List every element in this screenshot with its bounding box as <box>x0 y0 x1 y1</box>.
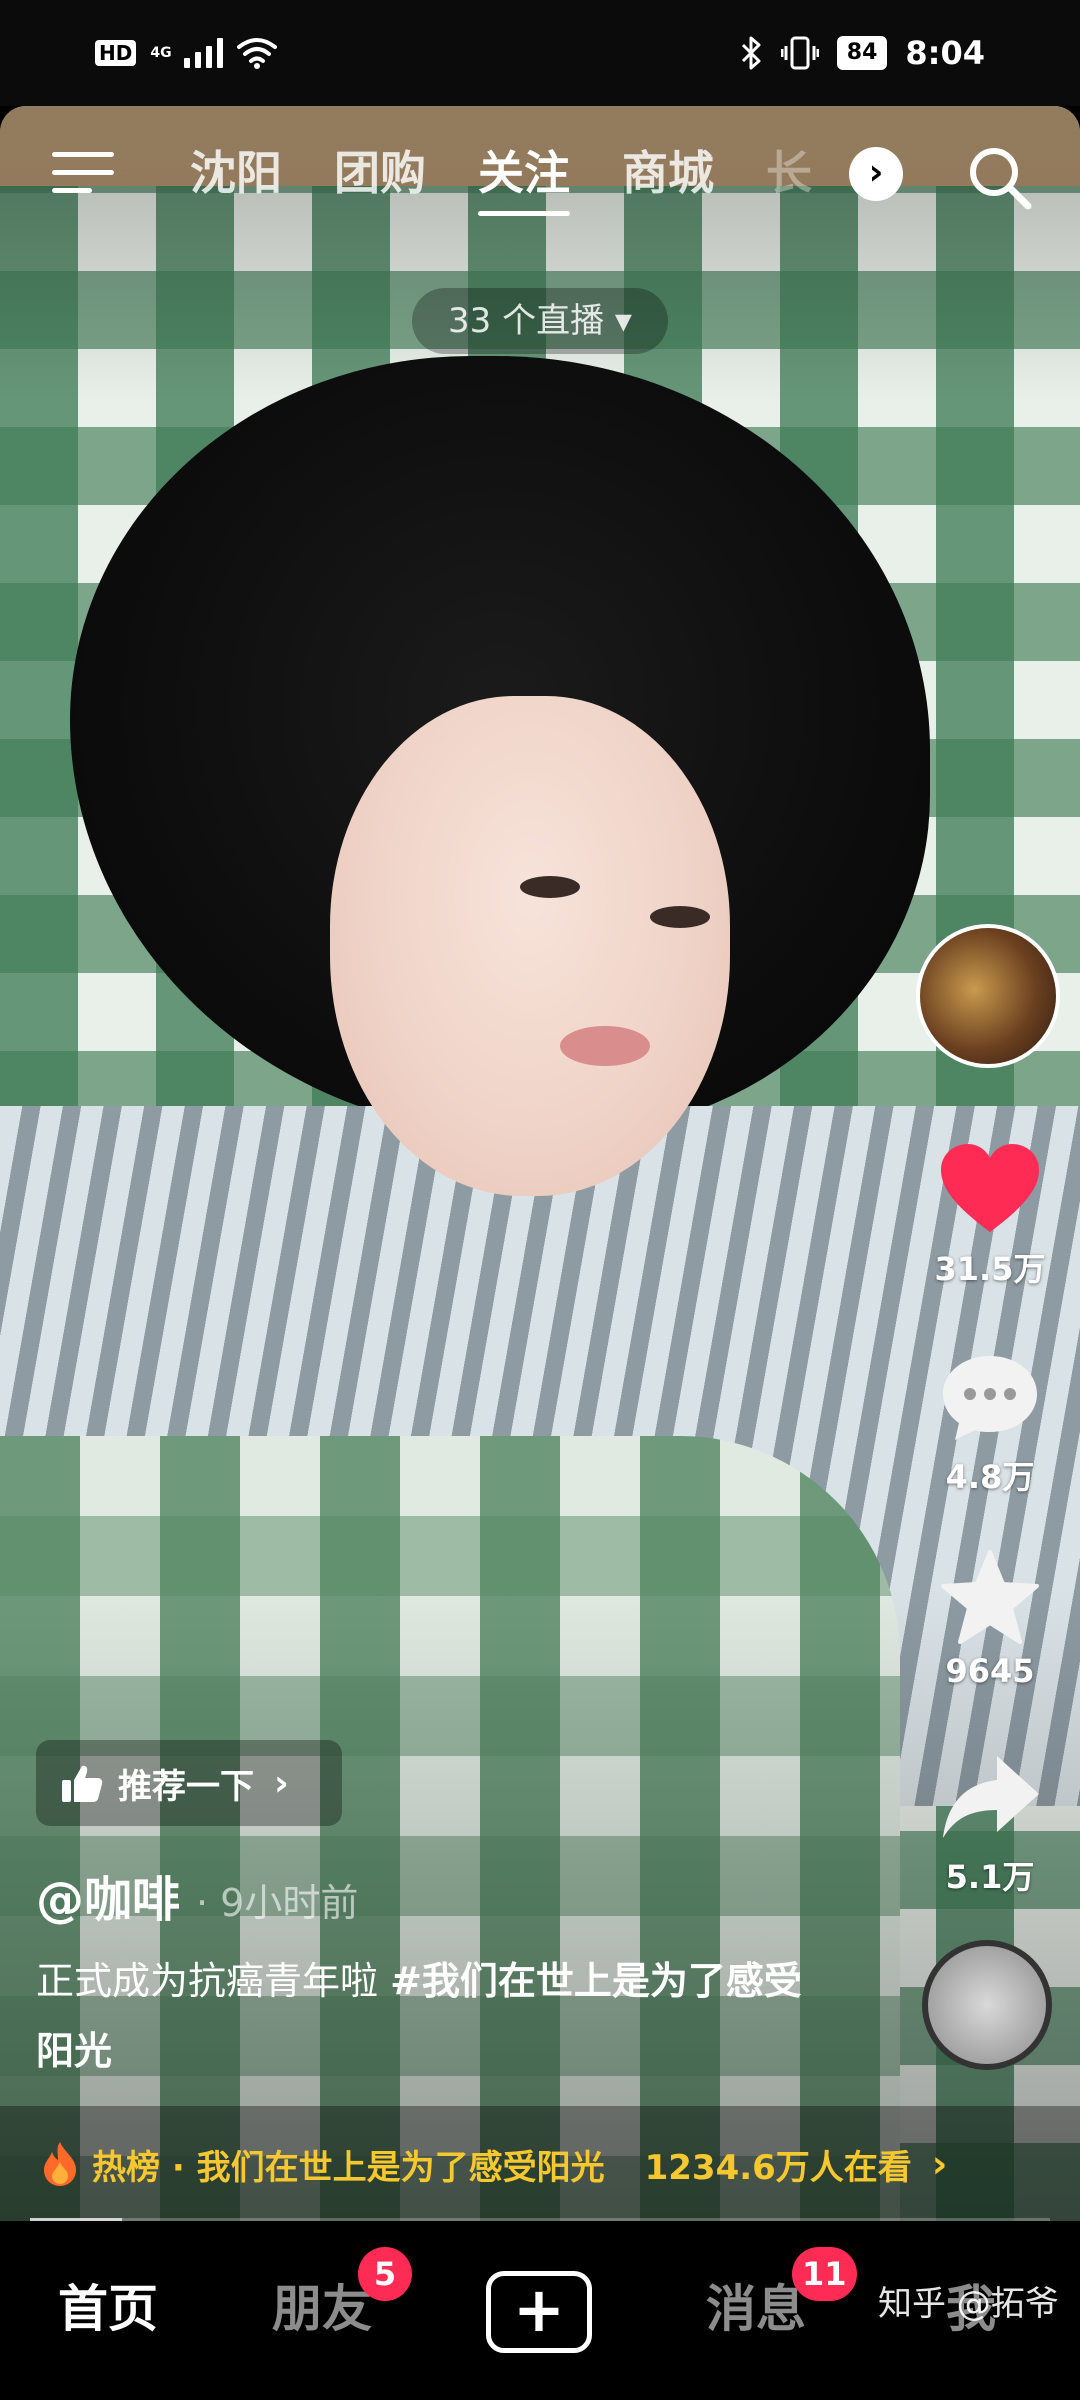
fire-icon <box>44 2142 76 2186</box>
status-left: HD 4G <box>95 37 277 69</box>
hot-viewers: 1234.6万人在看 <box>644 2147 912 2188</box>
wifi-icon <box>236 38 277 69</box>
tab-group-buy[interactable]: 团购 <box>334 138 426 208</box>
top-tabs: 沈阳 团购 关注 商城 长 <box>190 138 812 216</box>
create-button[interactable]: + <box>486 2271 592 2353</box>
messages-badge: 11 <box>792 2247 857 2301</box>
tab-shenyang[interactable]: 沈阳 <box>190 138 282 208</box>
comment-count: 4.8万 <box>945 1458 1035 1496</box>
vibrate-icon <box>780 36 819 70</box>
status-bar: HD 4G 84 8:04 <box>0 0 1080 106</box>
caption-text: 正式成为抗癌青年啦 <box>36 1959 391 2003</box>
friends-badge: 5 <box>358 2247 412 2301</box>
clock: 8:04 <box>905 34 985 72</box>
share-icon[interactable] <box>935 1748 1045 1848</box>
comment-icon[interactable] <box>935 1348 1045 1448</box>
watermark: 知乎 @拓爷 <box>878 2284 1059 2324</box>
tab-mall[interactable]: 商城 <box>622 138 714 208</box>
recommend-button[interactable]: 推荐一下 › <box>36 1740 342 1826</box>
nav-messages-label: 消息 <box>706 2280 806 2338</box>
status-right: 84 8:04 <box>739 34 985 72</box>
network-type: 4G <box>150 45 172 61</box>
chevron-right-icon: › <box>931 2142 948 2186</box>
nav-friends-label: 朋友 <box>272 2280 372 2338</box>
like-count: 31.5万 <box>934 1250 1046 1288</box>
heart-icon[interactable] <box>935 1140 1045 1240</box>
recommend-label: 推荐一下 <box>118 1766 254 1807</box>
star-icon[interactable] <box>935 1548 1045 1648</box>
tab-following[interactable]: 关注 <box>478 138 570 216</box>
nav-friends[interactable]: 朋友 5 <box>272 2247 412 2341</box>
bluetooth-icon <box>741 36 761 70</box>
live-count-dropdown[interactable]: 33 个直播 ▾ <box>412 288 668 354</box>
music-disc[interactable] <box>922 1940 1052 2070</box>
hd-indicator: HD <box>95 40 137 66</box>
post-caption: 正式成为抗癌青年啦 #我们在世上是为了感受阳光 <box>36 1946 816 2086</box>
share-action[interactable]: 5.1万 <box>920 1748 1060 1898</box>
hot-topic: 热榜 · 我们在世上是为了感受阳光 <box>92 2147 605 2188</box>
more-tabs-button[interactable]: › <box>849 147 903 201</box>
post-time: · 9小时前 <box>196 1881 359 1925</box>
share-count: 5.1万 <box>945 1858 1035 1896</box>
favorite-count: 9645 <box>945 1652 1035 1690</box>
thumbs-up-icon <box>62 1765 103 1802</box>
author-avatar[interactable] <box>916 924 1060 1068</box>
top-nav: 沈阳 团购 关注 商城 长 › <box>0 138 1080 216</box>
chevron-right-icon: › <box>274 1762 289 1804</box>
like-action[interactable]: 31.5万 <box>920 1140 1060 1290</box>
signal-icon <box>183 38 223 68</box>
menu-icon[interactable] <box>52 148 114 198</box>
author-name[interactable]: @咖啡 <box>36 1860 180 1930</box>
nav-messages[interactable]: 消息 11 <box>706 2247 857 2341</box>
comment-action[interactable]: 4.8万 <box>920 1348 1060 1498</box>
search-icon[interactable] <box>966 144 1032 210</box>
hot-list-bar[interactable]: 热榜 · 我们在世上是为了感受阳光 1234.6万人在看 › <box>0 2106 1080 2222</box>
author-line: @咖啡 · 9小时前 <box>36 1860 358 1930</box>
battery-level: 84 <box>836 36 888 70</box>
nav-home[interactable]: 首页 <box>58 2269 158 2341</box>
favorite-action[interactable]: 9645 <box>920 1548 1060 1690</box>
tab-partial[interactable]: 长 <box>766 138 812 208</box>
